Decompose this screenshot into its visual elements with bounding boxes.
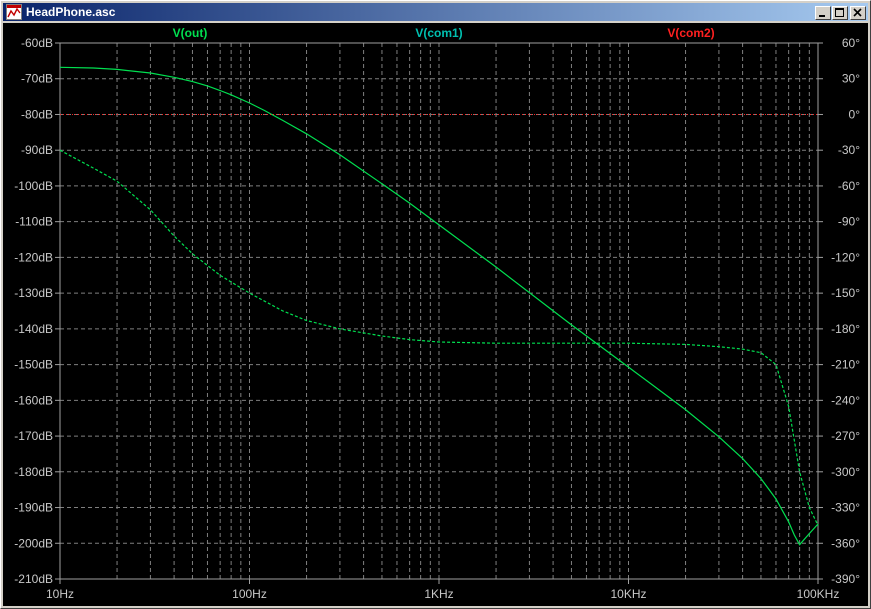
- y-tick-label: -180dB: [14, 465, 53, 479]
- y-tick-label: -110dB: [15, 215, 53, 229]
- plot-grid: [59, 42, 819, 580]
- y-tick-label: -90dB: [21, 143, 53, 157]
- y-tick-label: -80dB: [21, 107, 53, 121]
- y2-tick-label: 60°: [842, 36, 860, 50]
- left-axis-labels: -60dB -70dB -80dB -90dB -100dB -110dB -120dB -1…: [14, 36, 60, 586]
- y-tick-label: -200dB: [14, 536, 53, 550]
- app-window: HeadPhone.asc -60dB -70dB -80dB -90dB -100dB…: [0, 0, 871, 609]
- legend-entry: V(out): [173, 26, 208, 40]
- y2-tick-label: -90°: [838, 215, 860, 229]
- close-icon: [853, 8, 862, 17]
- y-tick-label: -190dB: [14, 501, 53, 515]
- y2-tick-label: 0°: [849, 107, 861, 121]
- x-tick-label: 10KHz: [610, 587, 646, 601]
- right-axis-labels: 60° 30° 0° -30° -60° -90° -120° -150° -180° -210°…: [818, 36, 860, 586]
- y2-tick-label: -330°: [831, 501, 860, 515]
- minimize-button[interactable]: [815, 6, 831, 20]
- y2-tick-label: -240°: [831, 393, 860, 407]
- y2-tick-label: -30°: [838, 143, 860, 157]
- title-bar[interactable]: HeadPhone.asc: [3, 3, 868, 21]
- y2-tick-label: -390°: [831, 572, 860, 586]
- y2-tick-label: 30°: [842, 72, 860, 86]
- trace-legend: V(out) V(com1) V(com2): [173, 26, 715, 40]
- x-tick-label: 10Hz: [46, 587, 74, 601]
- y2-tick-label: -300°: [831, 465, 860, 479]
- y2-tick-label: -60°: [838, 179, 860, 193]
- close-button[interactable]: [850, 6, 866, 20]
- y-tick-label: -210dB: [14, 572, 53, 586]
- y-tick-label: -100dB: [14, 179, 53, 193]
- y-tick-label: -160dB: [14, 393, 53, 407]
- y-tick-label: -60dB: [21, 36, 53, 50]
- waveform-app-icon: [6, 4, 22, 20]
- minimize-icon: [819, 15, 825, 17]
- x-axis-labels: 10Hz 100Hz 1KHz 10KHz 100KHz: [46, 579, 839, 601]
- x-tick-label: 100Hz: [232, 587, 267, 601]
- y-tick-label: -150dB: [14, 358, 53, 372]
- y-tick-label: -120dB: [14, 250, 53, 264]
- y2-tick-label: -150°: [831, 286, 860, 300]
- legend-entry: V(com1): [415, 26, 462, 40]
- x-tick-label: 1KHz: [424, 587, 453, 601]
- y2-tick-label: -270°: [831, 429, 860, 443]
- y-tick-label: -70dB: [21, 72, 53, 86]
- maximize-button[interactable]: [832, 6, 848, 20]
- y2-tick-label: -120°: [831, 250, 860, 264]
- bode-plot[interactable]: -60dB -70dB -80dB -90dB -100dB -110dB -120dB -1…: [3, 23, 868, 606]
- maximize-icon: [835, 8, 844, 17]
- plot-area[interactable]: -60dB -70dB -80dB -90dB -100dB -110dB -120dB -1…: [3, 23, 868, 606]
- window-title: HeadPhone.asc: [26, 5, 116, 19]
- y2-tick-label: -180°: [831, 322, 860, 336]
- legend-entry: V(com2): [667, 26, 714, 40]
- y-tick-label: -140dB: [14, 322, 53, 336]
- y-tick-label: -130dB: [14, 286, 53, 300]
- y2-tick-label: -210°: [831, 358, 860, 372]
- y2-tick-label: -360°: [831, 536, 860, 550]
- y-tick-label: -170dB: [14, 429, 53, 443]
- x-tick-label: 100KHz: [797, 587, 840, 601]
